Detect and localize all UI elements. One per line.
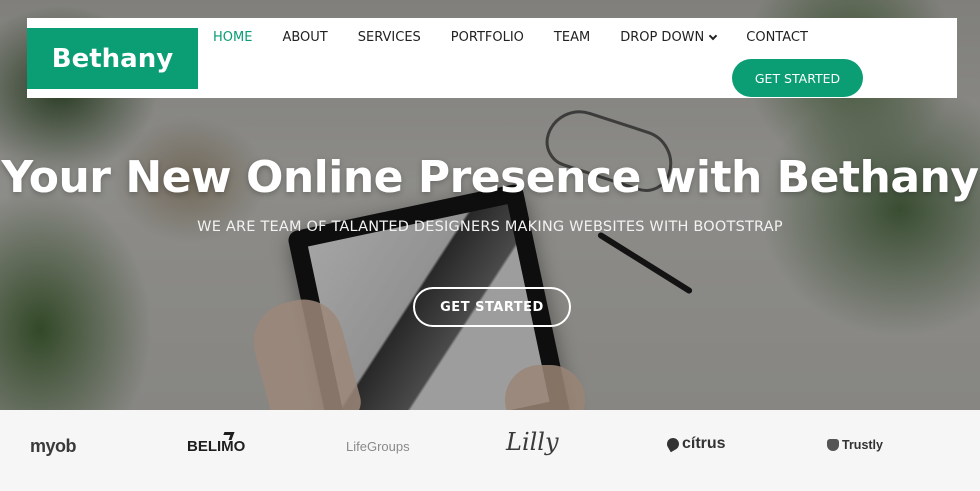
citrus-leaf-icon (664, 435, 682, 453)
nav-item-contact[interactable]: CONTACT (746, 30, 808, 45)
nav-item-portfolio[interactable]: PORTFOLIO (451, 30, 524, 45)
client-name: LifeGroups (346, 439, 410, 454)
hero-title: Your New Online Presence with Bethany (1, 152, 979, 203)
hero-subtitle: WE ARE TEAM OF TALANTED DESIGNERS MAKING… (197, 219, 783, 235)
nav-item-home[interactable]: HOME (213, 30, 252, 45)
chevron-down-icon (709, 31, 718, 40)
nav-item-dropdown-label: DROP DOWN (620, 30, 705, 45)
nav-item-about[interactable]: ABOUT (282, 30, 327, 45)
main-nav: HOME ABOUT SERVICES PORTFOLIO TEAM DROP … (213, 30, 838, 45)
nav-item-services[interactable]: SERVICES (358, 30, 421, 45)
header-get-started-button[interactable]: GET STARTED (732, 59, 863, 97)
client-name: myob (30, 436, 77, 456)
nav-item-dropdown[interactable]: DROP DOWN (620, 30, 718, 45)
nav-item-team[interactable]: TEAM (554, 30, 590, 45)
client-name: Trustly (842, 438, 883, 452)
client-logo-lilly: Lilly (506, 428, 559, 456)
client-logo-lifegroups: LifeGroups (346, 439, 410, 454)
client-name: Lilly (506, 428, 559, 456)
site-header: Bethany HOME ABOUT SERVICES PORTFOLIO TE… (27, 18, 957, 98)
trustly-shield-icon (827, 439, 839, 451)
clients-section: myob BELIMO LifeGroups Lilly cítrus Trus… (0, 410, 980, 491)
client-logo-trustly: Trustly (827, 438, 883, 452)
client-logo-belimo: BELIMO (187, 432, 246, 455)
site-logo[interactable]: Bethany (27, 28, 198, 89)
client-logo-myob: myob (30, 436, 77, 457)
client-logo-citrus: cítrus (664, 435, 726, 453)
hero-get-started-button[interactable]: GET STARTED (413, 287, 571, 327)
client-name: cítrus (682, 435, 726, 452)
client-name: BELIMO (187, 438, 246, 455)
